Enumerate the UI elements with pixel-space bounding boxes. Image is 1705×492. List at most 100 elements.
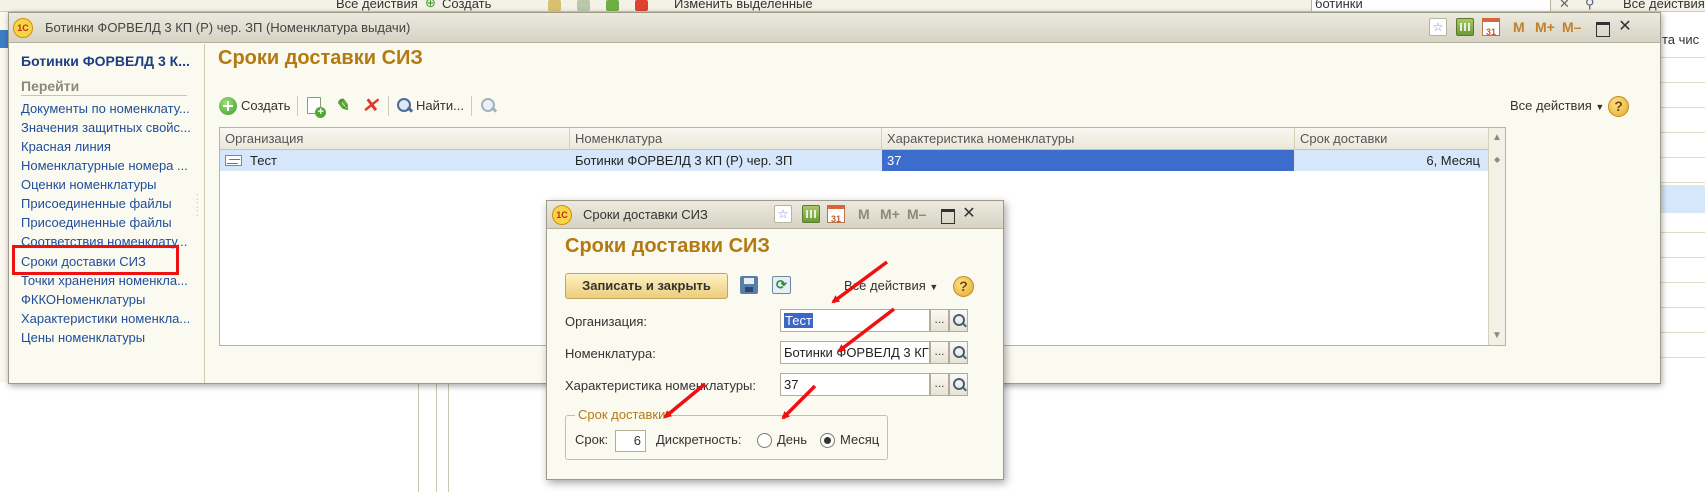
copy-icon	[307, 97, 326, 118]
sidebar-item-attached-files[interactable]: Присоединенные файлы	[21, 196, 193, 211]
sidebar-item-characteristics[interactable]: Характеристики номенкла...	[21, 311, 193, 326]
table-scrollbar[interactable]: ▲ ◆ ▼	[1488, 128, 1505, 345]
bg-search-icon[interactable]: ⚲	[1585, 0, 1595, 11]
maximize-icon[interactable]	[938, 206, 956, 224]
copy-button[interactable]	[306, 95, 326, 118]
sidebar-resize-grip[interactable]: ⁚ ⁚ ⁚	[196, 194, 200, 224]
sidebar-item-red-line[interactable]: Красная линия	[21, 139, 193, 154]
sidebar-item-attached-files-2[interactable]: Присоединенные файлы	[21, 215, 193, 230]
scroll-up-icon[interactable]: ▲	[1492, 132, 1502, 143]
dialog-titlebar[interactable]: 1С Сроки доставки СИЗ ☆ 31 M M+ M– ✕	[547, 201, 1003, 229]
bg-create-icon[interactable]: ⊕	[425, 0, 436, 11]
star-icon[interactable]: ☆	[774, 205, 792, 223]
sidebar-item-evaluations[interactable]: Оценки номенклатуры	[21, 177, 193, 192]
cancel-search-icon	[480, 97, 498, 115]
create-plus-icon	[219, 97, 237, 115]
table-row[interactable]: Тест Ботинки ФОРВЕЛД 3 КП (Р) чер. ЗП 37…	[220, 150, 1489, 171]
sidebar-item-documents[interactable]: Документы по номенклату...	[21, 101, 193, 116]
window-title: Ботинки ФОРВЕЛД 3 КП (Р) чер. ЗП (Номенк…	[45, 20, 411, 35]
all-actions-menu[interactable]: Все действия ▼	[1510, 95, 1604, 117]
bg-copy-icon[interactable]	[577, 0, 590, 11]
close-icon[interactable]: ✕	[1616, 19, 1634, 37]
bg-divider	[418, 380, 419, 492]
sidebar-section-goto: Перейти	[21, 78, 187, 96]
bg-all-actions-menu[interactable]: Все действия	[336, 0, 418, 11]
radio-month[interactable]	[820, 433, 835, 448]
dialog-title: Сроки доставки СИЗ	[583, 207, 708, 222]
column-header-characteristic[interactable]: Характеристика номенклатуры	[882, 128, 1295, 150]
sidebar-item-nomenclature-numbers[interactable]: Номенклатурные номера ...	[21, 158, 193, 173]
cell-delivery-term[interactable]: 6, Месяц	[1295, 150, 1489, 171]
dialog-all-actions-menu[interactable]: Все действия ▼	[844, 275, 938, 297]
bg-search-clear-icon[interactable]: ✕	[1559, 0, 1570, 11]
create-button[interactable]: Создать	[219, 95, 293, 117]
save-and-close-button[interactable]: Записать и закрыть	[565, 273, 728, 299]
maximize-icon[interactable]	[1593, 19, 1611, 37]
delete-button[interactable]: ✕	[361, 95, 381, 117]
bg-divider	[448, 380, 449, 492]
characteristic-search-icon[interactable]	[949, 373, 968, 396]
memory-minus-button[interactable]: M–	[1562, 18, 1581, 36]
cell-organization[interactable]: Тест	[220, 150, 570, 171]
nomenclature-field[interactable]: Ботинки ФОРВЕЛД 3 КГ	[780, 341, 930, 364]
calendar-icon[interactable]: 31	[1482, 18, 1500, 37]
organization-field[interactable]: Тест	[780, 309, 930, 332]
sidebar-item-fkko[interactable]: ФККОНоменклатуры	[21, 292, 193, 307]
bg-folder-icon[interactable]	[548, 0, 561, 11]
bg-delete-icon[interactable]	[635, 0, 648, 11]
column-header-delivery-term[interactable]: Срок доставки	[1295, 128, 1489, 150]
nomenclature-label: Номенклатура:	[565, 346, 656, 361]
annotation-highlight-box	[12, 245, 179, 275]
row-status-icon	[225, 155, 242, 166]
star-icon[interactable]: ☆	[1429, 18, 1447, 36]
characteristic-choose-button[interactable]: ...	[930, 373, 949, 396]
background-left-panel	[0, 12, 8, 382]
calculator-icon[interactable]	[802, 205, 820, 223]
sidebar-item-storage-points[interactable]: Точки хранения номенкла...	[21, 273, 193, 288]
radio-day-label[interactable]: День	[777, 432, 807, 447]
organization-search-icon[interactable]	[949, 309, 968, 332]
memory-m-button[interactable]: M	[1513, 18, 1525, 36]
cell-characteristic[interactable]: 37	[882, 150, 1295, 171]
nomenclature-choose-button[interactable]: ...	[930, 341, 949, 364]
radio-day[interactable]	[757, 433, 772, 448]
toolbar-separator	[471, 96, 472, 116]
reread-icon[interactable]: ⟳	[772, 276, 791, 294]
term-input[interactable]: 6	[615, 430, 646, 452]
column-header-nomenclature[interactable]: Номенклатура	[570, 128, 882, 150]
memory-plus-button[interactable]: M+	[1535, 18, 1555, 36]
calendar-icon[interactable]: 31	[827, 205, 845, 224]
window-titlebar[interactable]: 1С Ботинки ФОРВЕЛД 3 КП (Р) чер. ЗП (Ном…	[9, 13, 1660, 43]
characteristic-field[interactable]: 37	[780, 373, 930, 396]
close-icon[interactable]: ✕	[960, 206, 978, 224]
bg-search-input[interactable]: ботинки	[1311, 0, 1551, 11]
delivery-term-group-label: Срок доставки	[575, 407, 669, 422]
characteristic-label: Характеристика номенклатуры:	[565, 378, 757, 393]
save-icon[interactable]	[740, 276, 758, 294]
calculator-icon[interactable]	[1456, 18, 1474, 36]
bg-all-actions-right[interactable]: Все действия	[1623, 0, 1705, 11]
1c-logo-icon: 1С	[13, 18, 33, 38]
bg-edit-icon[interactable]	[606, 0, 619, 11]
organization-label: Организация:	[565, 314, 648, 329]
help-icon[interactable]: ?	[1608, 96, 1629, 117]
cancel-search-button[interactable]	[480, 95, 500, 117]
bg-edit-selected-button[interactable]: Изменить выделенные	[674, 0, 813, 11]
dialog-help-icon[interactable]: ?	[953, 276, 974, 297]
memory-plus-button[interactable]: M+	[880, 205, 900, 223]
memory-m-button[interactable]: M	[858, 205, 870, 223]
sidebar-item-protective-properties[interactable]: Значения защитных свойс...	[21, 120, 193, 135]
organization-choose-button[interactable]: ...	[930, 309, 949, 332]
cell-nomenclature[interactable]: Ботинки ФОРВЕЛД 3 КП (Р) чер. ЗП	[570, 150, 882, 171]
bg-selected-row[interactable]	[1660, 185, 1705, 213]
nomenclature-search-icon[interactable]	[949, 341, 968, 364]
memory-minus-button[interactable]: M–	[907, 205, 926, 223]
radio-month-label[interactable]: Месяц	[840, 432, 879, 447]
scroll-thumb[interactable]: ◆	[1494, 155, 1500, 164]
find-button[interactable]: Найти...	[396, 95, 466, 117]
column-header-organization[interactable]: Организация	[220, 128, 570, 150]
edit-button[interactable]: ✎	[333, 95, 353, 117]
bg-create-button[interactable]: Создать	[442, 0, 491, 11]
sidebar-item-prices[interactable]: Цены номенклатуры	[21, 330, 193, 345]
scroll-down-icon[interactable]: ▼	[1492, 330, 1502, 341]
